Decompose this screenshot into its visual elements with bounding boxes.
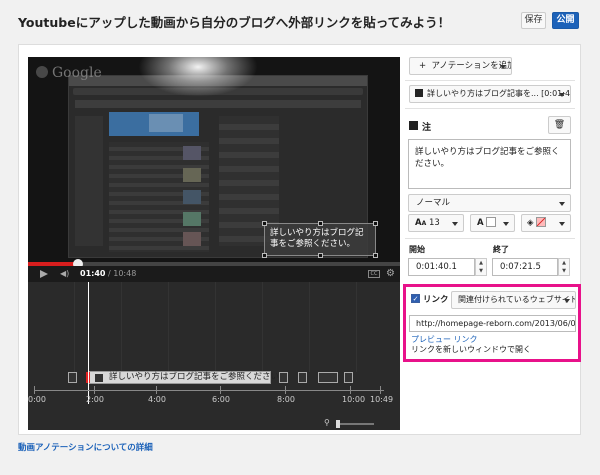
open-new-window-option[interactable]: リンクを新しいウィンドウで開く: [411, 344, 531, 355]
add-annotation-button[interactable]: + アノテーションを追加: [409, 57, 512, 75]
annotation-chip[interactable]: [279, 372, 288, 383]
start-label: 開始: [409, 245, 425, 254]
note-icon: [409, 121, 418, 130]
captions-icon[interactable]: CC: [368, 270, 380, 278]
volume-icon[interactable]: ◀): [60, 270, 76, 278]
font-color-select[interactable]: A: [470, 214, 515, 232]
annotation-text-input[interactable]: 詳しいやり方はブログ記事をご参照ください。: [408, 139, 571, 189]
timeline-label: 10:49: [370, 395, 394, 404]
link-label: リンク: [423, 295, 449, 305]
publish-button[interactable]: 公開: [552, 12, 579, 29]
annotation-chip[interactable]: [344, 372, 353, 383]
timeline-label: 2:00: [86, 395, 104, 404]
note-icon: [95, 374, 103, 382]
timeline-axis: [34, 390, 384, 391]
annotation-chip[interactable]: [318, 372, 338, 383]
paint-bucket-icon: ◈: [527, 218, 534, 228]
annotation-overlay[interactable]: 詳しいやり方はブログ記事をご参照ください。: [264, 223, 376, 256]
timeline-label: 10:00: [342, 395, 366, 404]
annotation-type-label: 注: [422, 123, 432, 133]
start-time-input[interactable]: 0:01:40.1: [408, 258, 475, 276]
playhead[interactable]: [88, 282, 89, 404]
player-controls: ◀) 01:40 / 10:48 CC ⚙: [28, 266, 400, 282]
font-size-select[interactable]: AA 13: [408, 214, 464, 232]
start-time-stepper[interactable]: ▲ ▼: [475, 258, 487, 276]
page-title: Youtubeにアップした動画から自分のブログへ外部リンクを貼ってみよう！: [18, 15, 451, 30]
google-watermark: Google: [36, 65, 136, 85]
timeline-label: 8:00: [277, 395, 295, 404]
link-type-select[interactable]: 関連付けられているウェブサイト: [451, 291, 576, 309]
resize-handle[interactable]: [318, 253, 323, 258]
timeline-tick: [380, 386, 381, 394]
background-color-select[interactable]: ◈: [521, 214, 571, 232]
trash-icon[interactable]: 🗑: [548, 116, 571, 134]
resize-handle[interactable]: [262, 221, 267, 226]
timeline-tick: [156, 386, 157, 394]
resize-handle[interactable]: [262, 253, 267, 258]
timeline-tick: [220, 386, 221, 394]
save-button[interactable]: 保存: [521, 12, 546, 29]
end-time-stepper[interactable]: ▲ ▼: [558, 258, 570, 276]
resize-handle[interactable]: [318, 221, 323, 226]
style-select[interactable]: ノーマル: [408, 194, 571, 212]
end-time-input[interactable]: 0:07:21.5: [492, 258, 558, 276]
time-display: 01:40 / 10:48: [80, 269, 137, 278]
link-checkbox[interactable]: ✓: [411, 294, 420, 303]
annotation-timeline[interactable]: 詳しいやり方はブログ記事をご参照ください。 0:00 2:00 4:00 6:00 8:…: [28, 282, 400, 430]
top-bar: Youtubeにアップした動画から自分のブログへ外部リンクを貼ってみよう！ 保存…: [0, 0, 600, 40]
timeline-label: 4:00: [148, 395, 166, 404]
zoom-slider[interactable]: ⚲: [324, 418, 374, 428]
timeline-label: 0:00: [28, 395, 46, 404]
timeline-tick: [350, 386, 351, 394]
timeline-segment[interactable]: 詳しいやり方はブログ記事をご参照ください。: [88, 371, 288, 384]
annotation-help-link[interactable]: 動画アノテーションについての詳細: [18, 441, 153, 453]
annotation-select[interactable]: 詳しいやり方はブログ記事を... [0:01:40.1]: [409, 85, 571, 103]
timeline-label: 6:00: [212, 395, 230, 404]
timeline-tick: [34, 386, 35, 394]
end-label: 終了: [493, 245, 509, 254]
play-icon[interactable]: [40, 270, 48, 278]
annotation-chip[interactable]: [298, 372, 307, 383]
link-url-input[interactable]: http://homepage-reborn.com/2013/06/01/yo…: [409, 315, 576, 332]
annotation-chip[interactable]: [68, 372, 77, 383]
video-player[interactable]: Google 詳しいやり方はブログ記事をご参照ください。: [28, 57, 400, 262]
resize-handle[interactable]: [373, 221, 378, 226]
timeline-tick: [94, 386, 95, 394]
resize-handle[interactable]: [373, 253, 378, 258]
magnifier-icon: ⚲: [324, 418, 330, 427]
gear-icon[interactable]: ⚙: [386, 268, 395, 280]
link-settings: ✓ リンク 関連付けられているウェブサイト http://homepage-re…: [403, 284, 581, 362]
timeline-tick: [285, 386, 286, 394]
